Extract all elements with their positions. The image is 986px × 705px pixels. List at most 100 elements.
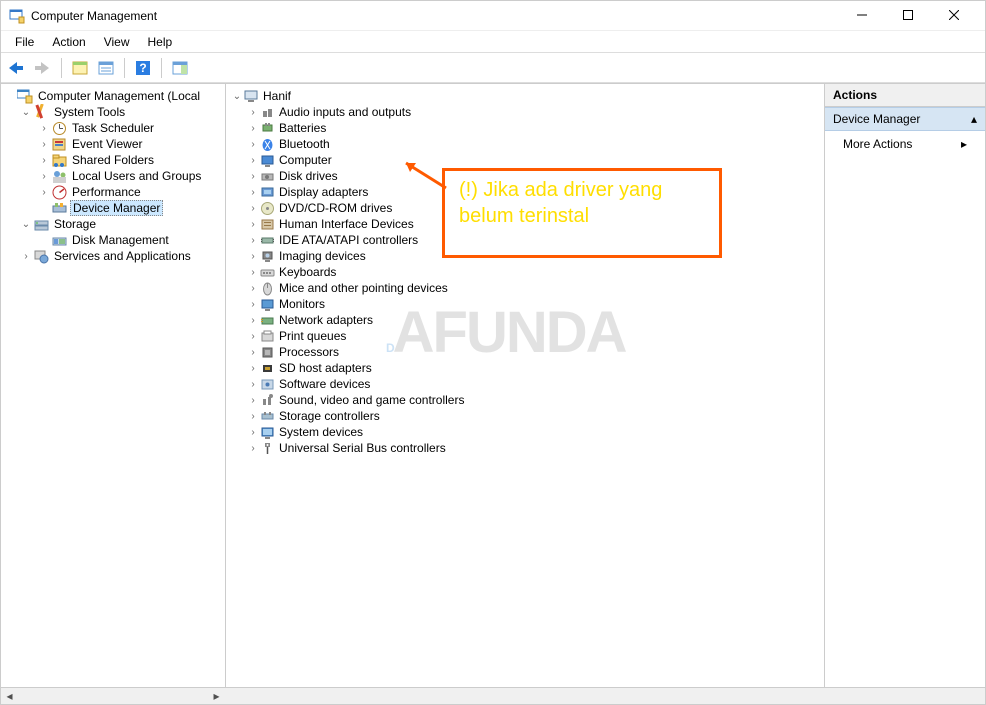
menu-action[interactable]: Action: [44, 33, 93, 51]
tree-services-applications[interactable]: › Services and Applications: [3, 248, 223, 264]
device-category-label: Print queues: [277, 329, 348, 343]
device-category[interactable]: ›DVD/CD-ROM drives: [228, 200, 822, 216]
menu-file[interactable]: File: [7, 33, 42, 51]
menu-view[interactable]: View: [96, 33, 138, 51]
chevron-right-icon[interactable]: ›: [246, 155, 260, 166]
device-category-icon: [260, 345, 275, 360]
chevron-right-icon[interactable]: ›: [246, 283, 260, 294]
chevron-right-icon[interactable]: ›: [246, 315, 260, 326]
tree-label: Shared Folders: [70, 153, 156, 167]
close-button[interactable]: [931, 0, 977, 30]
tree-root-computer-management[interactable]: Computer Management (Local: [3, 88, 223, 104]
chevron-right-icon[interactable]: ›: [37, 187, 51, 198]
tree-device-manager[interactable]: Device Manager: [3, 200, 223, 216]
device-category[interactable]: ›Bluetooth: [228, 136, 822, 152]
chevron-right-icon[interactable]: ›: [246, 363, 260, 374]
menu-help[interactable]: Help: [140, 33, 181, 51]
device-category-label: Batteries: [277, 121, 328, 135]
chevron-right-icon[interactable]: ›: [246, 187, 260, 198]
tree-event-viewer[interactable]: › Event Viewer: [3, 136, 223, 152]
minimize-button[interactable]: [839, 0, 885, 30]
nav-forward-button[interactable]: [31, 56, 55, 80]
chevron-right-icon[interactable]: ›: [246, 395, 260, 406]
chevron-down-icon[interactable]: ⌄: [19, 219, 33, 230]
window-title: Computer Management: [31, 9, 839, 23]
device-category[interactable]: ›Imaging devices: [228, 248, 822, 264]
device-manager-view[interactable]: ⌄ Hanif ›Audio inputs and outputs›Batter…: [226, 84, 825, 687]
chevron-right-icon[interactable]: ›: [246, 443, 260, 454]
device-category[interactable]: ›Mice and other pointing devices: [228, 280, 822, 296]
tree-shared-folders[interactable]: › Shared Folders: [3, 152, 223, 168]
device-category[interactable]: ›Disk drives: [228, 168, 822, 184]
action-more-actions[interactable]: More Actions ▸: [825, 131, 985, 157]
content-area: Computer Management (Local ⌄ System Tool…: [1, 83, 985, 687]
device-category[interactable]: ›Audio inputs and outputs: [228, 104, 822, 120]
device-category[interactable]: ›Sound, video and game controllers: [228, 392, 822, 408]
device-category-icon: [260, 393, 275, 408]
clock-icon: [51, 120, 67, 136]
chevron-right-icon[interactable]: ›: [246, 331, 260, 342]
chevron-right-icon[interactable]: ›: [246, 123, 260, 134]
chevron-right-icon[interactable]: ›: [246, 379, 260, 390]
chevron-right-icon[interactable]: ›: [246, 171, 260, 182]
actions-section-title[interactable]: Device Manager ▴: [825, 107, 985, 131]
device-category[interactable]: ›Software devices: [228, 376, 822, 392]
device-category[interactable]: ›Human Interface Devices: [228, 216, 822, 232]
device-category-icon: [260, 217, 275, 232]
chevron-right-icon[interactable]: ›: [37, 171, 51, 182]
chevron-right-icon[interactable]: ›: [246, 235, 260, 246]
help-button[interactable]: ?: [131, 56, 155, 80]
tree-label: Computer Management (Local: [36, 89, 202, 103]
tree-performance[interactable]: › Performance: [3, 184, 223, 200]
device-category[interactable]: ›Network adapters: [228, 312, 822, 328]
device-category[interactable]: ›SD host adapters: [228, 360, 822, 376]
chevron-right-icon[interactable]: ›: [37, 123, 51, 134]
chevron-right-icon[interactable]: ›: [19, 251, 33, 262]
nav-back-button[interactable]: [5, 56, 29, 80]
device-root[interactable]: ⌄ Hanif: [228, 88, 822, 104]
device-category[interactable]: ›Monitors: [228, 296, 822, 312]
chevron-right-icon[interactable]: ›: [37, 139, 51, 150]
tree-system-tools[interactable]: ⌄ System Tools: [3, 104, 223, 120]
chevron-down-icon[interactable]: ⌄: [230, 91, 244, 102]
device-category-icon: [260, 313, 275, 328]
toolbar-separator: [61, 58, 62, 78]
tree-storage[interactable]: ⌄ Storage: [3, 216, 223, 232]
device-category-icon: [260, 297, 275, 312]
chevron-right-icon[interactable]: ›: [246, 299, 260, 310]
device-category-label: Processors: [277, 345, 341, 359]
tree-task-scheduler[interactable]: › Task Scheduler: [3, 120, 223, 136]
device-category[interactable]: ›System devices: [228, 424, 822, 440]
device-category[interactable]: › Print queues: [228, 328, 822, 344]
chevron-right-icon[interactable]: ›: [246, 203, 260, 214]
tree-disk-management[interactable]: Disk Management: [3, 232, 223, 248]
chevron-right-icon[interactable]: ›: [246, 347, 260, 358]
chevron-right-icon[interactable]: ›: [246, 411, 260, 422]
chevron-right-icon[interactable]: ›: [246, 107, 260, 118]
device-category[interactable]: › Processors: [228, 344, 822, 360]
collapse-icon[interactable]: ▴: [971, 112, 977, 126]
device-category[interactable]: › Batteries: [228, 120, 822, 136]
chevron-down-icon[interactable]: ⌄: [19, 107, 33, 118]
device-category[interactable]: ›Universal Serial Bus controllers: [228, 440, 822, 456]
chevron-right-icon[interactable]: ›: [246, 251, 260, 262]
horizontal-scrollbar[interactable]: ◂ ▸: [1, 687, 985, 704]
device-category[interactable]: ›Storage controllers: [228, 408, 822, 424]
scroll-right-button[interactable]: ▸: [208, 688, 225, 705]
device-category[interactable]: ›IDE ATA/ATAPI controllers: [228, 232, 822, 248]
chevron-right-icon[interactable]: ›: [246, 267, 260, 278]
console-tree[interactable]: Computer Management (Local ⌄ System Tool…: [1, 84, 226, 687]
chevron-right-icon[interactable]: ›: [246, 219, 260, 230]
device-category[interactable]: ›Computer: [228, 152, 822, 168]
chevron-right-icon[interactable]: ›: [246, 139, 260, 150]
maximize-button[interactable]: [885, 0, 931, 30]
scroll-left-button[interactable]: ◂: [1, 688, 18, 705]
device-category[interactable]: ›Display adapters: [228, 184, 822, 200]
show-hide-console-tree-button[interactable]: [68, 56, 92, 80]
properties-button[interactable]: [94, 56, 118, 80]
tree-local-users-groups[interactable]: › Local Users and Groups: [3, 168, 223, 184]
chevron-right-icon[interactable]: ›: [246, 427, 260, 438]
show-hide-action-pane-button[interactable]: [168, 56, 192, 80]
chevron-right-icon[interactable]: ›: [37, 155, 51, 166]
device-category[interactable]: ›Keyboards: [228, 264, 822, 280]
